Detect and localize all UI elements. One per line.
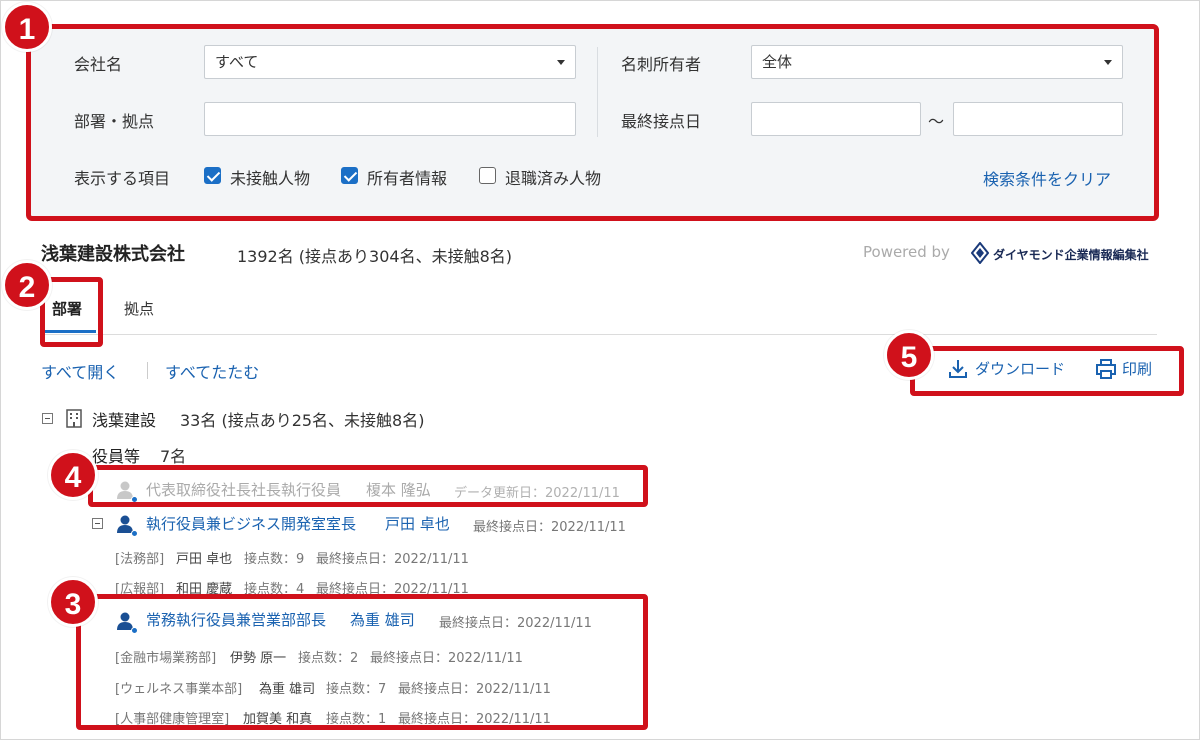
owner-info-label: 所有者情報: [367, 169, 448, 188]
company-summary: 1392名 (接点あり304名、未接触8名): [237, 247, 513, 266]
callout-badge: 4: [48, 450, 98, 500]
date-from-input[interactable]: [751, 102, 921, 136]
contact-count-link[interactable]: 接点数：9: [244, 548, 304, 567]
building-icon: [65, 408, 83, 432]
group-name[interactable]: 役員等: [92, 443, 140, 467]
owner-label: 名刺所有者: [621, 55, 702, 74]
dept-label: 部署・拠点: [74, 112, 155, 131]
callout-badge: 5: [884, 330, 934, 380]
company-label: 会社名: [74, 55, 123, 74]
callout-box-person-detail: [76, 594, 648, 730]
callout-badge: 1: [2, 2, 52, 52]
sub-name: 戸田 卓也: [176, 552, 233, 567]
expand-all-link[interactable]: すべて開く: [41, 359, 119, 383]
powered-by-text: Powered by: [863, 243, 950, 261]
company-title: 浅葉建設株式会社: [41, 244, 185, 265]
collapse-toggle-icon[interactable]: [42, 413, 53, 424]
dept-input[interactable]: [204, 102, 576, 136]
tab-location[interactable]: 拠点: [124, 298, 154, 319]
company-select-value: すべて: [215, 53, 259, 71]
collapse-toggle-icon[interactable]: [92, 518, 103, 529]
range-separator: ～: [928, 112, 945, 131]
tabs-divider: [41, 334, 1157, 335]
company-select[interactable]: すべて: [204, 45, 576, 79]
sub-dept: [法務部]: [115, 552, 165, 567]
owner-select-value: 全体: [762, 53, 793, 71]
callout-badge: 3: [48, 577, 98, 627]
status-dot: [131, 530, 138, 537]
collapse-all-link[interactable]: すべてたたむ: [165, 359, 259, 383]
last-contact-label: 最終接点日: [621, 112, 702, 131]
callout-box-actions: [910, 346, 1184, 396]
owner-select[interactable]: 全体: [751, 45, 1123, 79]
sub-date: 最終接点日：2022/11/11: [316, 552, 469, 567]
callout-box-faded-person: [88, 465, 648, 507]
retired-label: 退職済み人物: [505, 169, 602, 188]
root-dept-name[interactable]: 浅葉建設: [92, 407, 156, 431]
clear-filters-link[interactable]: 検索条件をクリア: [983, 166, 1111, 190]
uncontacted-label: 未接触人物: [230, 169, 311, 188]
chevron-down-icon: [1104, 60, 1112, 65]
checkbox-retired[interactable]: [479, 167, 496, 184]
date-to-input[interactable]: [953, 102, 1123, 136]
checkbox-owner-info[interactable]: [341, 167, 358, 184]
chevron-down-icon: [557, 60, 565, 65]
checkbox-uncontacted[interactable]: [204, 167, 221, 184]
action-divider: [147, 362, 148, 379]
display-items-label: 表示する項目: [74, 169, 171, 188]
group-count: 7名: [160, 447, 187, 466]
filter-divider: [597, 47, 598, 137]
callout-badge: 2: [2, 260, 52, 310]
diamond-logo-icon: [970, 241, 990, 268]
root-dept-count: 33名 (接点あり25名、未接触8名): [180, 411, 425, 430]
logo-text: ダイヤモンド企業情報編集社: [993, 248, 1149, 262]
person-icon: [115, 514, 138, 537]
person-meta: 最終接点日：2022/11/11: [473, 520, 626, 535]
person-title[interactable]: 執行役員兼ビジネス開発室室長: [146, 513, 356, 534]
person-name[interactable]: 戸田 卓也: [385, 513, 450, 534]
